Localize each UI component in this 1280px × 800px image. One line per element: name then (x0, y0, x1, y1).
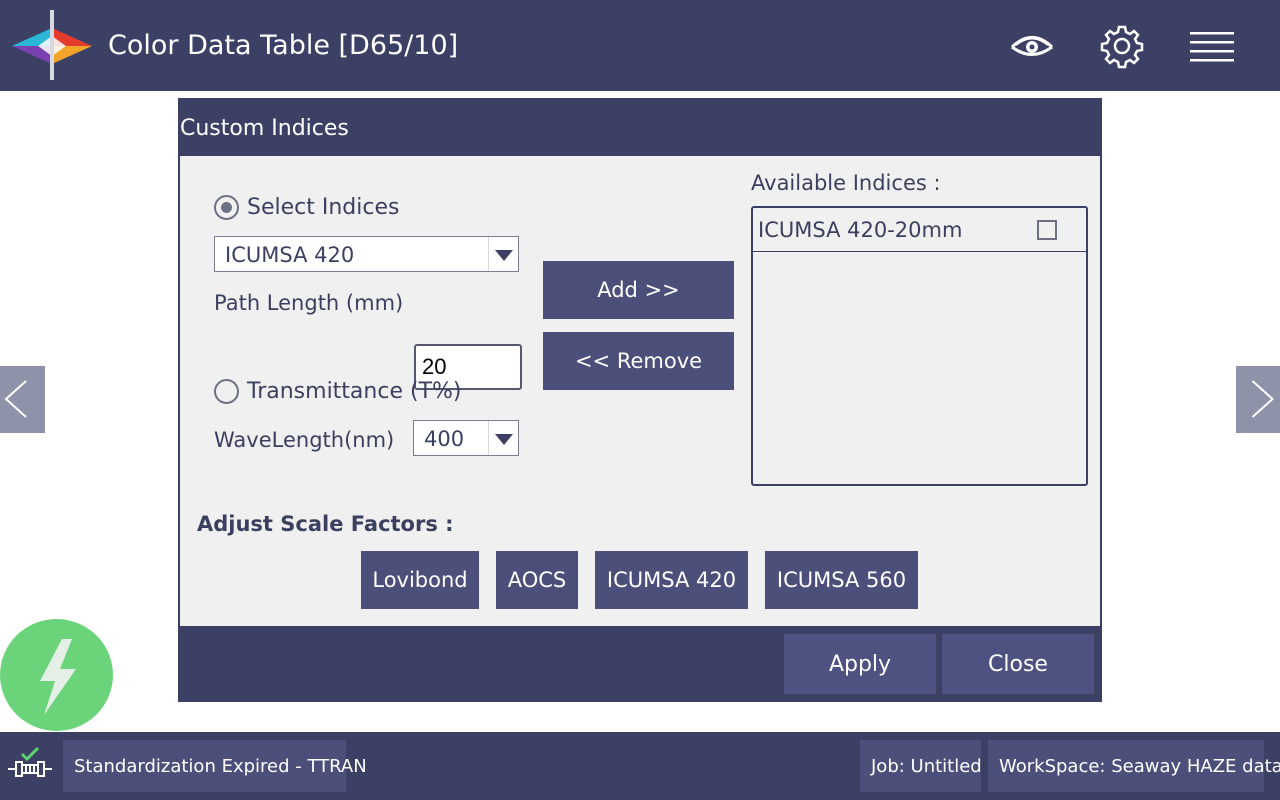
dialog-body: Select Indices ICUMSA 420 Path Length (m… (180, 156, 1100, 626)
wavelength-label: WaveLength(nm) (214, 428, 395, 452)
list-item-label: ICUMSA 420-20mm (758, 218, 963, 242)
gear-icon[interactable] (1098, 22, 1146, 70)
dialog-title: Custom Indices (180, 116, 349, 141)
icumsa-420-button[interactable]: ICUMSA 420 (595, 551, 748, 609)
select-indices-radio[interactable]: Select Indices (214, 195, 399, 220)
wavelength-dropdown-value: 400 (424, 427, 465, 451)
transmittance-label: Transmittance (T%) (247, 379, 462, 404)
available-indices-label: Available Indices : (751, 171, 941, 195)
radio-button[interactable] (214, 379, 239, 404)
dropdown-arrow-icon (488, 421, 518, 455)
workspace-status[interactable]: WorkSpace: Seaway HAZE data (988, 740, 1280, 792)
job-status[interactable]: Job: Untitled (860, 740, 982, 792)
instrument-connected-icon[interactable] (6, 742, 54, 790)
eye-icon[interactable] (1008, 22, 1056, 70)
select-indices-label: Select Indices (247, 195, 400, 220)
wavelength-dropdown[interactable]: 400 (413, 420, 519, 456)
path-length-label: Path Length (mm) (214, 291, 404, 315)
icumsa-560-button[interactable]: ICUMSA 560 (765, 551, 918, 609)
aocs-button[interactable]: AOCS (496, 551, 578, 609)
measure-button[interactable] (0, 619, 113, 731)
indices-dropdown[interactable]: ICUMSA 420 (214, 236, 519, 272)
custom-indices-dialog: Custom Indices Select Indices ICUMSA 420… (178, 98, 1102, 702)
previous-page-button[interactable] (0, 366, 45, 433)
status-bar: Standardization Expired - TTRAN Job: Unt… (0, 732, 1280, 800)
available-indices-list: ICUMSA 420-20mm (751, 206, 1088, 486)
top-bar: Color Data Table [D65/10] (0, 0, 1280, 91)
indices-dropdown-value: ICUMSA 420 (225, 243, 355, 267)
lightning-icon (40, 639, 76, 715)
lovibond-button[interactable]: Lovibond (361, 551, 479, 609)
dropdown-arrow-icon (488, 237, 518, 271)
standardization-status[interactable]: Standardization Expired - TTRAN (63, 740, 367, 792)
hamburger-menu-icon[interactable] (1188, 22, 1236, 70)
app-logo-icon (10, 8, 94, 84)
app-title: Color Data Table [D65/10] (108, 30, 459, 61)
list-item-checkbox[interactable] (1037, 220, 1057, 240)
adjust-scale-factors-label: Adjust Scale Factors : (197, 512, 454, 536)
chevron-right-icon (1251, 380, 1274, 418)
add-button[interactable]: Add >> (543, 261, 734, 319)
radio-button[interactable] (214, 195, 239, 220)
next-page-button[interactable] (1236, 366, 1280, 433)
chevron-left-icon (4, 380, 27, 418)
transmittance-radio[interactable]: Transmittance (T%) (214, 379, 462, 404)
apply-button[interactable]: Apply (784, 634, 936, 694)
remove-button[interactable]: << Remove (543, 332, 734, 390)
close-button[interactable]: Close (942, 634, 1094, 694)
list-item[interactable]: ICUMSA 420-20mm (753, 208, 1086, 252)
